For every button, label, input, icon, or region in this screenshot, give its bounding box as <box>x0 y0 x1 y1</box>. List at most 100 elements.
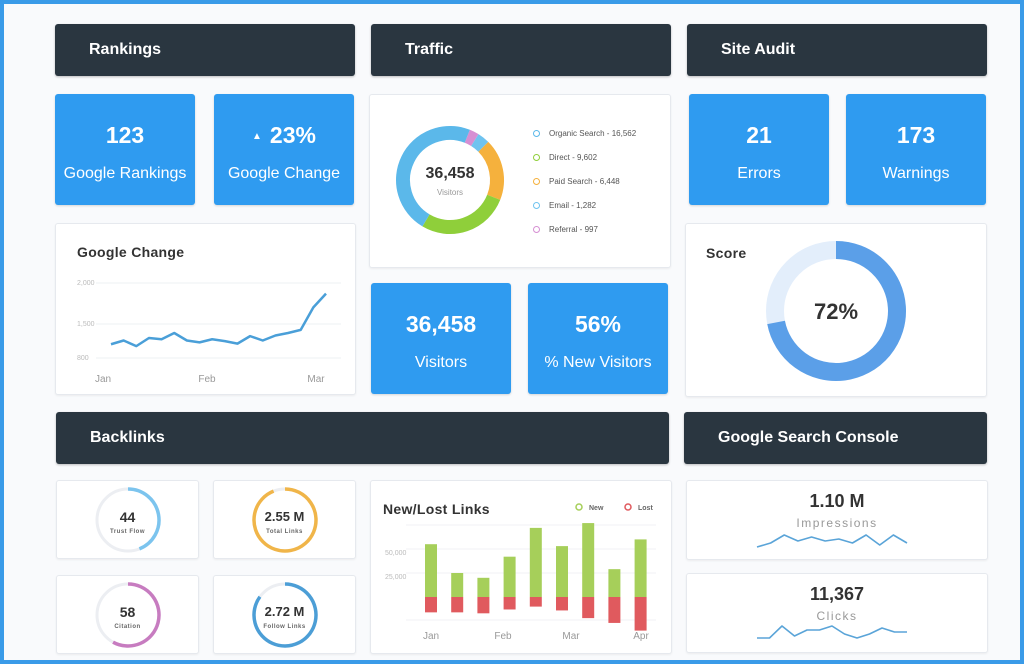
x-tick-label: Feb <box>198 374 216 385</box>
traffic-legend-label: Paid Search - 6,448 <box>549 177 620 186</box>
x-tick-label: Mar <box>307 374 325 385</box>
backlink-metric-value: 58 <box>119 604 136 620</box>
backlinks-header: Backlinks <box>56 412 669 464</box>
new-lost-links-card: New/Lost Links 25,000 50,000 Jan Feb Mar Apr N… <box>370 480 672 654</box>
x-tick-label: Apr <box>633 631 649 642</box>
traffic-center-value: 36,458 <box>425 165 475 182</box>
backlink-metric-card[interactable]: 44 Trust Flow <box>56 480 199 559</box>
x-tick-label: Feb <box>494 631 512 642</box>
visitors-tile[interactable]: 36,458 Visitors <box>371 283 511 394</box>
backlink-metric-value: 2.72 M <box>264 604 305 619</box>
legend-label: New <box>589 505 604 512</box>
lost-links-bar <box>556 597 568 611</box>
new-visitors-value: 56% <box>574 311 622 337</box>
errors-tile[interactable]: 21 Errors <box>689 94 829 205</box>
new-visitors-label: % New Visitors <box>544 354 652 371</box>
gsc-header: Google Search Console <box>684 412 987 464</box>
traffic-legend-item[interactable]: Organic Search - 16,562 <box>533 129 636 138</box>
y-tick-label: 25,000 <box>385 574 407 581</box>
score-card: Score 72% <box>685 223 987 397</box>
traffic-card: 36,458 Visitors Organic Search - 16,562 D… <box>369 94 671 268</box>
traffic-legend-item[interactable]: Direct - 9,602 <box>533 153 597 162</box>
clicks-card: 11,367 Clicks <box>686 573 988 653</box>
new-links-bar <box>477 577 490 597</box>
traffic-header: Traffic <box>371 24 671 76</box>
warnings-label: Warnings <box>882 165 950 182</box>
lost-links-bar <box>582 597 595 619</box>
traffic-segment-direct <box>422 194 501 234</box>
y-tick-label: 800 <box>77 355 89 362</box>
backlink-metric-value: 44 <box>119 509 136 525</box>
new-links-bar <box>529 527 542 597</box>
traffic-legend-item[interactable]: Referral - 997 <box>533 225 598 234</box>
y-tick-label: 50,000 <box>385 550 407 557</box>
google-change-chart: 800 1,500 2,000 Jan Feb Mar <box>77 280 341 385</box>
impressions-sparkline <box>756 534 908 548</box>
visitors-label: Visitors <box>414 354 468 371</box>
new-links-bar <box>582 523 595 597</box>
legend-circle-icon <box>533 130 540 137</box>
errors-value: 21 <box>746 122 772 148</box>
new-visitors-tile[interactable]: 56% % New Visitors <box>528 283 668 394</box>
x-tick-label: Jan <box>423 631 439 642</box>
new-links-bar <box>425 544 437 597</box>
errors-label: Errors <box>737 165 781 182</box>
traffic-legend-label: Referral - 997 <box>549 225 598 234</box>
backlink-metric-card[interactable]: 58 Citation <box>56 575 199 654</box>
warnings-tile[interactable]: 173 Warnings <box>846 94 986 205</box>
traffic-segment-referral <box>464 129 479 147</box>
backlinks-header-title: Backlinks <box>90 429 165 446</box>
lost-links-bar <box>451 597 464 613</box>
rankings-header: Rankings <box>55 24 355 76</box>
new-links-bar <box>608 569 621 597</box>
score-value: 72% <box>813 299 859 324</box>
lost-links-bar <box>503 597 516 610</box>
site-audit-header: Site Audit <box>687 24 987 76</box>
backlink-metric-card[interactable]: 2.55 M Total Links <box>213 480 356 559</box>
visitors-value: 36,458 <box>405 311 477 337</box>
backlink-metric-label: Total Links <box>266 529 303 535</box>
warnings-value: 173 <box>896 122 936 148</box>
backlink-metric-label: Trust Flow <box>110 529 145 535</box>
sparkline <box>756 534 908 548</box>
lost-links-bar <box>425 597 437 613</box>
triangle-up-icon: ▲ <box>252 131 262 143</box>
google-change-chart-card: Google Change 800 1,500 2,000 Jan Feb Mar <box>55 223 356 395</box>
google-change-line <box>110 292 327 348</box>
lost-links-bar <box>608 597 621 623</box>
traffic-segment-email <box>470 134 489 152</box>
gsc-header-title: Google Search Console <box>718 429 899 446</box>
traffic-legend-label: Organic Search - 16,562 <box>549 129 637 138</box>
traffic-legend-item[interactable]: Email - 1,282 <box>533 201 596 210</box>
y-tick-label: 2,000 <box>77 280 95 287</box>
traffic-center-label: Visitors <box>436 188 464 197</box>
clicks-sparkline <box>757 625 907 639</box>
new-links-bar <box>556 546 568 597</box>
sparkline <box>757 625 907 639</box>
new-links-bar <box>503 556 516 597</box>
lost-links-bar <box>477 597 490 614</box>
legend-circle-icon <box>575 503 583 511</box>
y-tick-label: 1,500 <box>77 321 95 328</box>
google-change-tile[interactable]: ▲ 23% Google Change <box>214 94 354 205</box>
traffic-legend-label: Direct - 9,602 <box>549 153 598 162</box>
google-rankings-tile[interactable]: 123 Google Rankings <box>55 94 195 205</box>
site-audit-header-title: Site Audit <box>721 41 796 58</box>
google-change-label: Google Change <box>227 165 341 182</box>
google-change-value: 23% <box>269 122 316 148</box>
traffic-header-title: Traffic <box>405 41 454 58</box>
new-links-bar <box>451 573 464 597</box>
legend-circle-icon <box>533 154 540 161</box>
lost-links-bar <box>529 597 542 607</box>
lost-links-bar <box>634 597 647 631</box>
backlink-metric-label: Follow Links <box>263 624 306 630</box>
backlink-metric-card[interactable]: 2.72 M Follow Links <box>213 575 356 654</box>
traffic-legend-item[interactable]: Paid Search - 6,448 <box>533 177 620 186</box>
legend-circle-icon <box>533 202 540 209</box>
score-title: Score <box>706 245 747 261</box>
legend-circle-icon <box>624 503 632 511</box>
backlink-metric-label: Citation <box>114 624 141 630</box>
new-lost-links-chart: 25,000 50,000 Jan Feb Mar Apr New Lost <box>385 503 656 642</box>
dashboard-frame: Rankings Traffic Site Audit Backlinks Go… <box>0 0 1024 664</box>
legend-circle-icon <box>533 226 540 233</box>
